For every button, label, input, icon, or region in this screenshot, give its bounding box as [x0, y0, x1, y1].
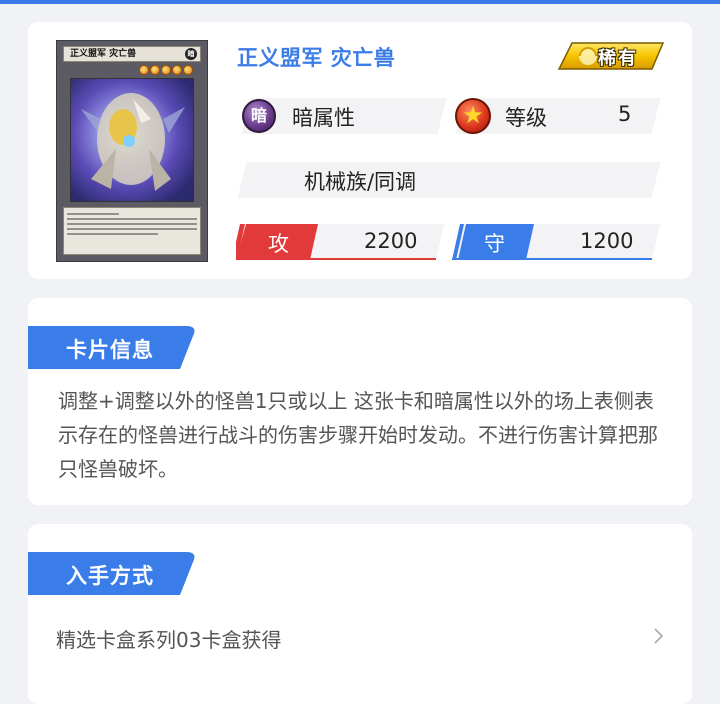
level-star-icon [139, 65, 149, 75]
card-detail-panel: 正义盟军 灾亡兽 暗 正义盟军 灾亡兽 稀有 暗 暗属性 ★ 等级 5 机械族/… [28, 22, 692, 279]
def-value: 1200 [580, 229, 634, 253]
dark-attribute-icon: 暗 [242, 99, 276, 133]
def-stat: 守 1200 [452, 224, 660, 260]
card-image-description [63, 207, 201, 255]
attribute-label: 暗属性 [292, 106, 355, 130]
level-star-icon [172, 65, 182, 75]
atk-value: 2200 [364, 229, 418, 253]
card-image[interactable]: 正义盟军 灾亡兽 暗 [56, 40, 208, 262]
level-star-icon [183, 65, 193, 75]
obtain-method-item[interactable]: 精选卡盒系列03卡盒获得 [28, 616, 692, 660]
obtain-method-panel: 入手方式 精选卡盒系列03卡盒获得 [28, 524, 692, 704]
level-star-icon [161, 65, 171, 75]
card-info-header: 卡片信息 [28, 326, 198, 369]
card-image-name-text: 正义盟军 灾亡兽 [70, 49, 137, 59]
def-label: 守 [484, 232, 505, 256]
level-value: 5 [618, 102, 632, 126]
rarity-label: 稀有 [598, 48, 638, 69]
card-image-name: 正义盟军 灾亡兽 暗 [63, 46, 201, 62]
card-name: 正义盟军 灾亡兽 [237, 46, 396, 70]
card-image-level-stars [139, 65, 193, 75]
obtain-method-text: 精选卡盒系列03卡盒获得 [56, 628, 282, 652]
card-effect-text: 调整+调整以外的怪兽1只或以上 这张卡和暗属性以外的场上表侧表示存在的怪兽进行战… [58, 389, 658, 481]
top-accent-bar [0, 0, 720, 4]
obtain-method-title: 入手方式 [66, 564, 154, 588]
chevron-right-icon [654, 628, 664, 644]
card-info-panel: 卡片信息 调整+调整以外的怪兽1只或以上 这张卡和暗属性以外的场上表侧表示存在的… [28, 298, 692, 505]
card-image-attribute-icon: 暗 [185, 48, 197, 60]
card-type: 机械族/同调 [303, 170, 417, 194]
level-star-icon [150, 65, 160, 75]
level-label: 等级 [505, 106, 547, 130]
card-info-title: 卡片信息 [66, 338, 154, 362]
obtain-method-header: 入手方式 [28, 552, 198, 595]
level-star-icon: ★ [455, 98, 491, 134]
atk-stat: 攻 2200 [232, 224, 444, 260]
rarity-badge: 稀有 [558, 42, 664, 70]
atk-label: 攻 [268, 232, 289, 256]
